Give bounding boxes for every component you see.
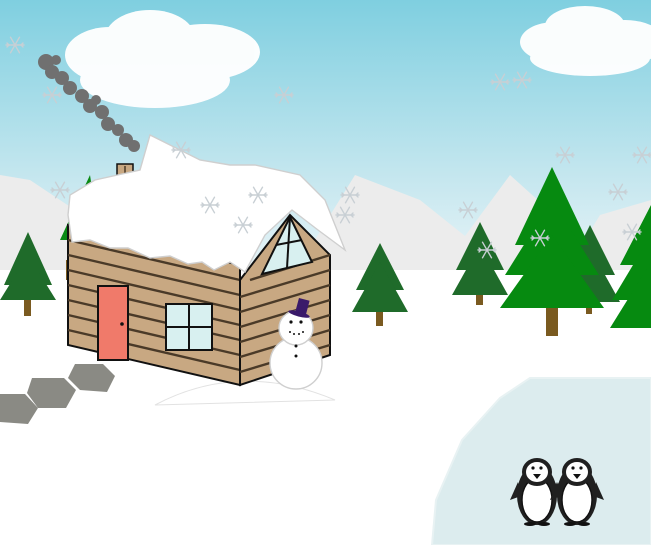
- winter-scene: [0, 0, 651, 545]
- winter-scene-canvas: [0, 0, 651, 545]
- cabin-window: [165, 303, 213, 351]
- door-knob: [120, 322, 124, 326]
- cabin-door: [97, 285, 129, 361]
